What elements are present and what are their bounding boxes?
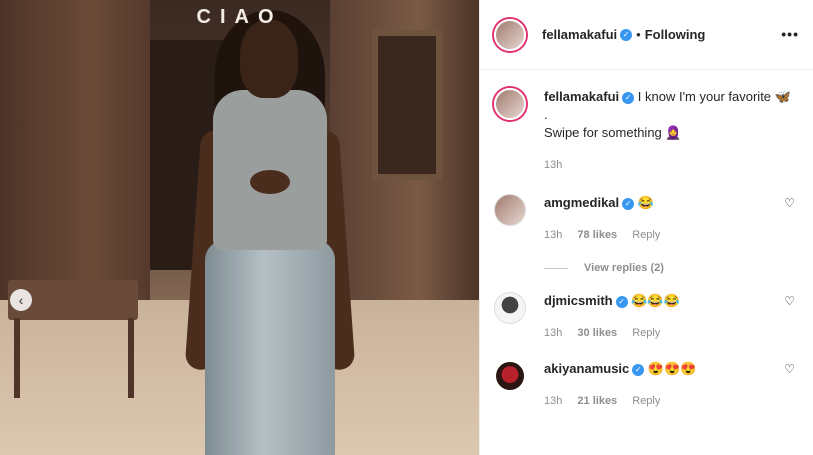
like-heart-icon[interactable]: ♡ [784,196,795,210]
comment-likes[interactable]: 30 likes [577,327,617,339]
bench-legs [14,318,134,398]
comment-meta: 13h 21 likes Reply [544,392,799,410]
comment-list: fellamakafui ✓ I know I'm your favorite 🦋… [480,88,813,410]
media-overlay-text: CIAO [196,6,283,28]
verified-icon: ✓ [615,295,628,308]
following-button[interactable]: Following [645,27,706,42]
avatar[interactable] [494,88,526,120]
comment-time: 13h [544,327,563,339]
like-heart-icon[interactable]: ♡ [784,294,795,308]
like-heart-icon[interactable]: ♡ [784,362,795,376]
caption-meta: 13h [544,156,799,174]
background-frame [372,30,442,180]
post-sidebar: fellamakafui ✓ • Following ••• fellamaka… [479,0,813,455]
comment-text: 😂 [637,195,654,210]
verified-icon: ✓ [622,197,635,210]
comment-username[interactable]: djmicsmith [544,293,613,308]
caption-text-line3: Swipe for something 🧕 [544,125,682,140]
caption-text-line2: . [544,107,548,122]
comment-text: 😍😍😍 [647,361,697,376]
person-figure [175,10,365,455]
comment-likes[interactable]: 21 likes [577,395,617,407]
separator-dot: • [636,27,641,42]
background-wall [0,0,150,300]
divider [544,267,568,269]
verified-icon: ✓ [620,28,633,41]
more-options-icon[interactable]: ••• [781,26,799,42]
comment-time: 13h [544,229,563,241]
comment: akiyanamusic ✓ 😍😍😍 13h 21 likes Reply ♡ [494,360,799,410]
avatar[interactable] [494,194,526,226]
comment-likes[interactable]: 78 likes [577,229,617,241]
view-replies-label[interactable]: View replies (2) [584,262,664,274]
comment-meta: 13h 78 likes Reply [544,226,799,244]
caption-time: 13h [544,159,563,171]
comment: djmicsmith ✓ 😂😂😂 13h 30 likes Reply ♡ [494,292,799,342]
comment-text: 😂😂😂 [631,293,680,308]
avatar[interactable] [494,360,526,392]
caption-username[interactable]: fellamakafui [544,89,619,104]
comment: amgmedikal ✓ 😂 13h 78 likes Reply ♡ [494,194,799,244]
post-media[interactable]: CIAO ‹ [0,0,479,455]
chevron-left-icon[interactable]: ‹ [10,289,32,311]
avatar[interactable] [494,292,526,324]
verified-icon: ✓ [622,91,635,104]
reply-button[interactable]: Reply [632,395,660,407]
comment-time: 13h [544,395,563,407]
comment-username[interactable]: amgmedikal [544,195,619,210]
caption: fellamakafui ✓ I know I'm your favorite 🦋… [494,88,799,174]
comment-meta: 13h 30 likes Reply [544,324,799,342]
avatar[interactable] [494,18,526,51]
verified-icon: ✓ [632,363,645,376]
caption-text-line1: I know I'm your favorite 🦋 [637,89,791,104]
post-header: fellamakafui ✓ • Following ••• [480,0,813,70]
post-author-username[interactable]: fellamakafui [542,27,617,42]
reply-button[interactable]: Reply [632,229,660,241]
comment-username[interactable]: akiyanamusic [544,361,629,376]
reply-button[interactable]: Reply [632,327,660,339]
view-replies-button[interactable]: View replies (2) [544,262,799,274]
